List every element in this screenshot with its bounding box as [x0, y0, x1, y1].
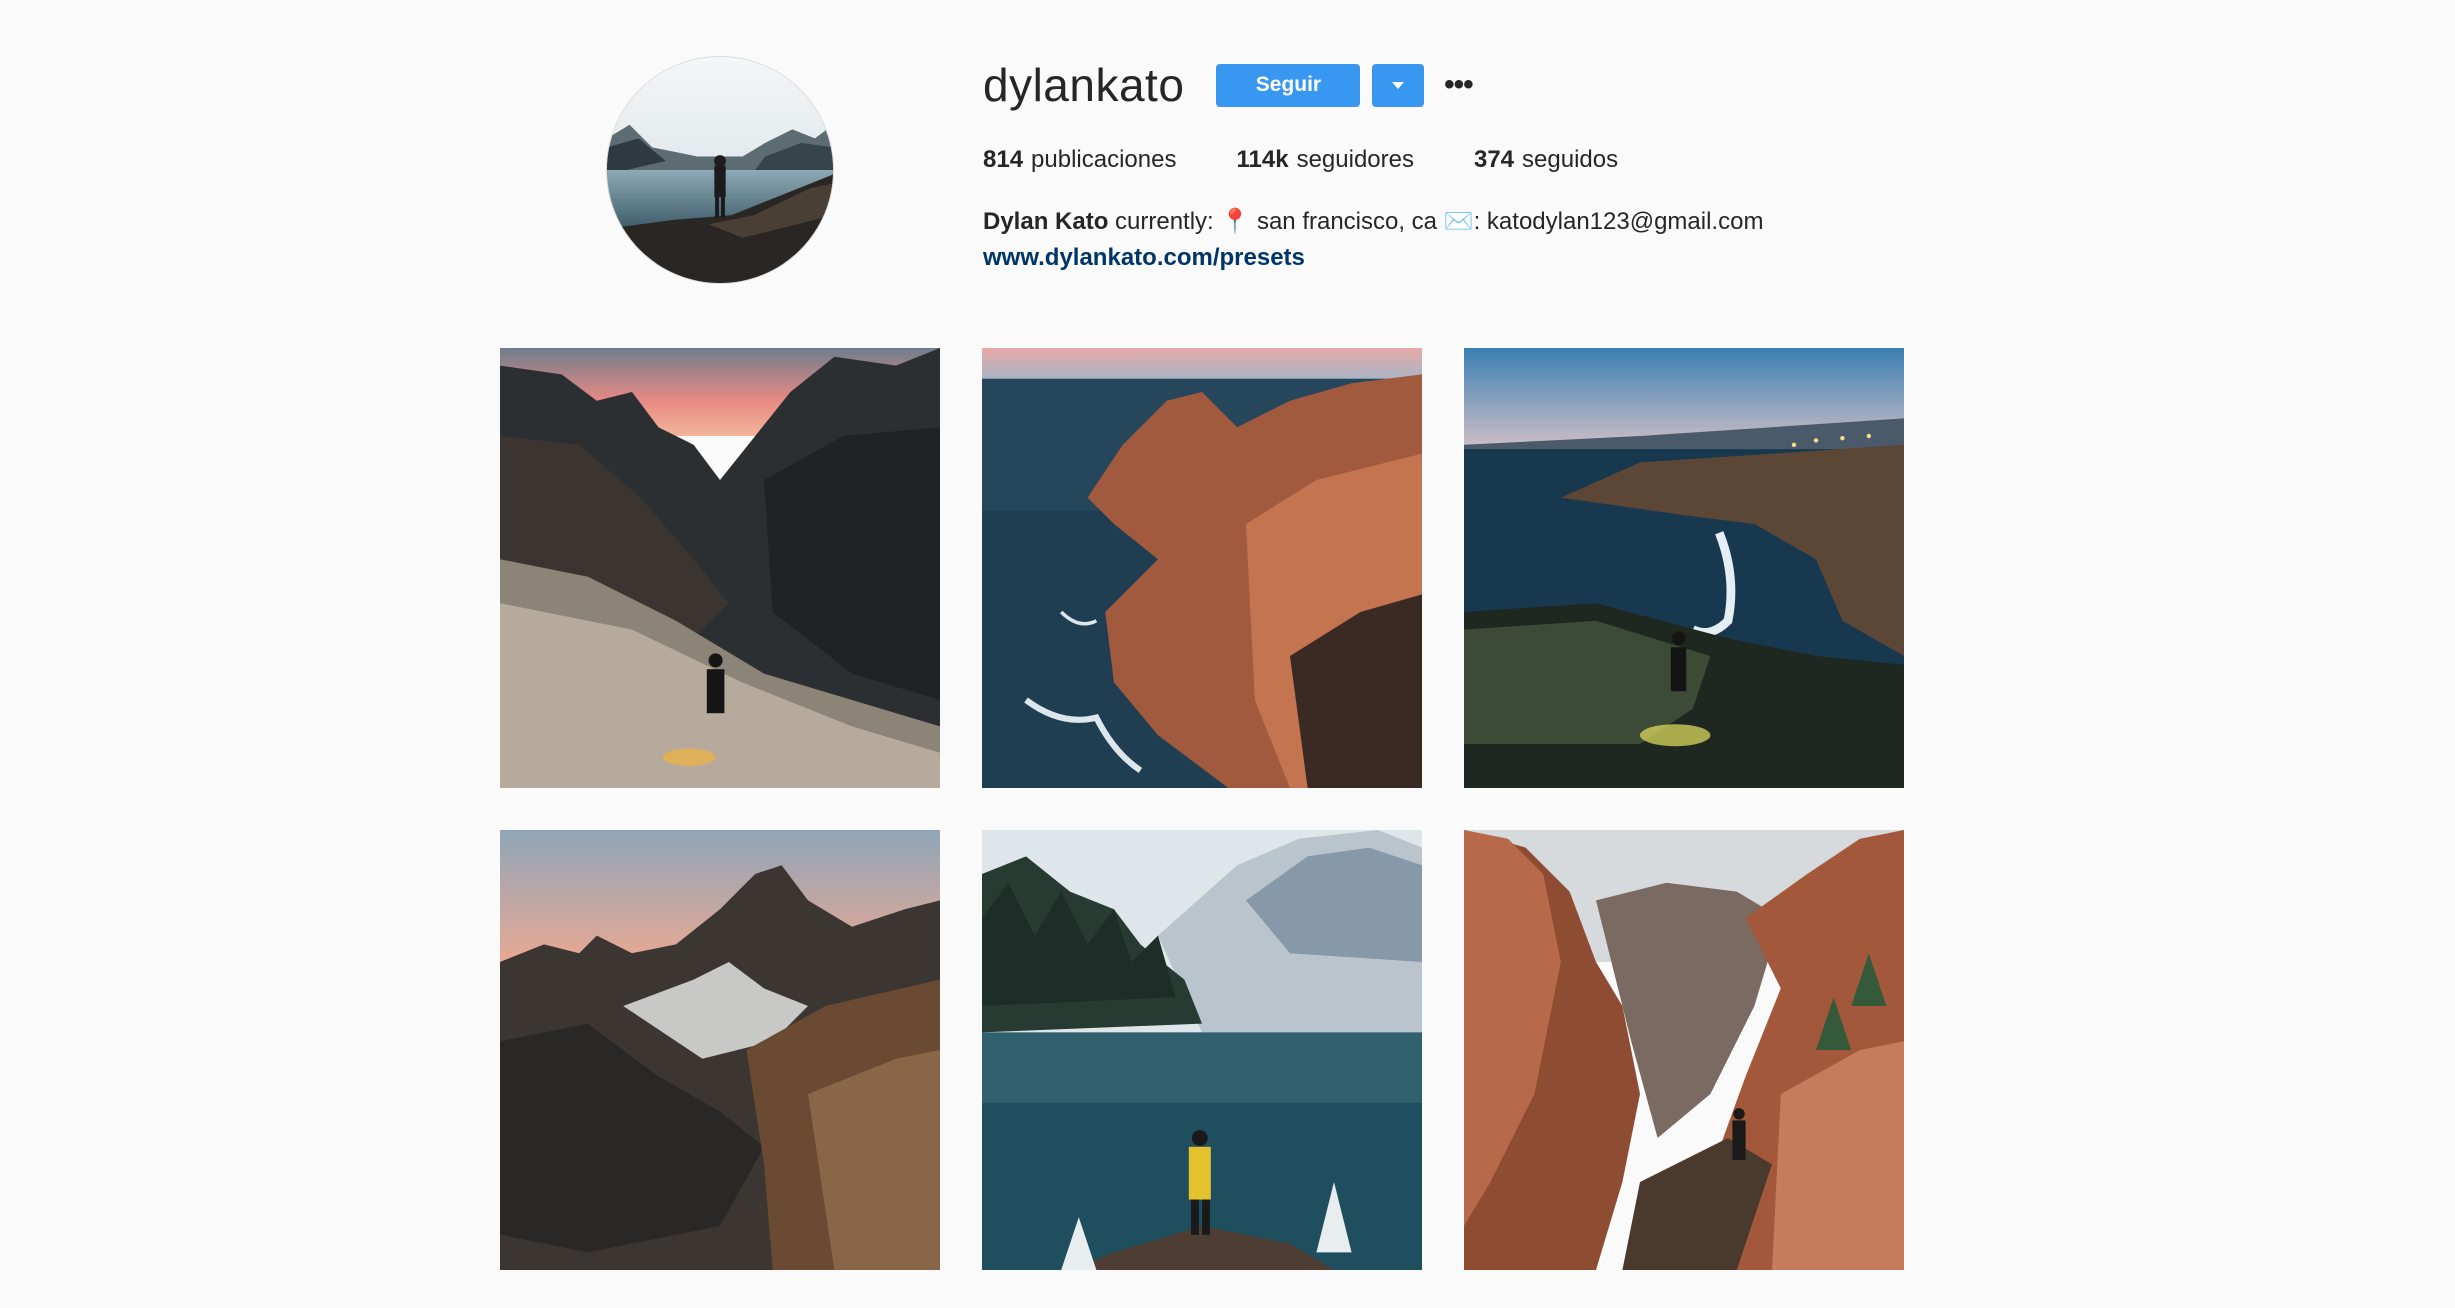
title-row: dylankato Seguir •••	[983, 58, 1983, 112]
bio-email: : katodylan123@gmail.com	[1473, 208, 1764, 235]
profile-page: dylankato Seguir ••• 814 publicaciones 1…	[0, 0, 2455, 1308]
post-thumbnail[interactable]	[1464, 348, 1904, 788]
bio-location: san francisco, ca	[1250, 208, 1444, 235]
stat-following-count: 374	[1473, 146, 1515, 173]
stat-posts-count: 814	[983, 146, 1024, 173]
post-grid	[500, 348, 1904, 1270]
username: dylankato	[983, 59, 1185, 111]
stat-following-label: seguidos	[1522, 146, 1619, 173]
stat-posts-label: publicaciones	[1031, 146, 1177, 173]
post-thumbnail[interactable]	[1464, 830, 1904, 1270]
stat-followers-count: 114k	[1236, 146, 1289, 173]
stat-following[interactable]: 374 seguidos	[1474, 146, 1618, 174]
bio-name: Dylan Kato	[983, 208, 1109, 235]
post-thumbnail[interactable]	[982, 830, 1422, 1270]
follow-button[interactable]: Seguir	[1216, 63, 1361, 107]
post-thumbnail[interactable]	[500, 830, 940, 1270]
bio-website-link[interactable]: www.dylankato.com/presets	[983, 240, 1983, 276]
profile-stats: 814 publicaciones 114k seguidores 374 se…	[983, 146, 1983, 174]
envelope-icon: ✉️	[1443, 208, 1474, 235]
stat-followers-label: seguidores	[1296, 146, 1414, 173]
avatar[interactable]	[606, 56, 834, 284]
stat-posts: 814 publicaciones	[983, 146, 1176, 174]
profile-info: dylankato Seguir ••• 814 publicaciones 1…	[983, 58, 1983, 276]
more-options-icon[interactable]: •••	[1440, 64, 1476, 107]
caret-down-icon	[1392, 81, 1405, 89]
stat-followers[interactable]: 114k seguidores	[1236, 146, 1414, 174]
location-pin-icon: 📍	[1220, 208, 1251, 235]
bio: Dylan Kato currently: 📍 san francisco, c…	[983, 204, 1983, 240]
suggestions-dropdown-button[interactable]	[1372, 63, 1425, 107]
bio-text: currently:	[1108, 208, 1221, 235]
post-thumbnail[interactable]	[982, 348, 1422, 788]
post-thumbnail[interactable]	[500, 348, 940, 788]
